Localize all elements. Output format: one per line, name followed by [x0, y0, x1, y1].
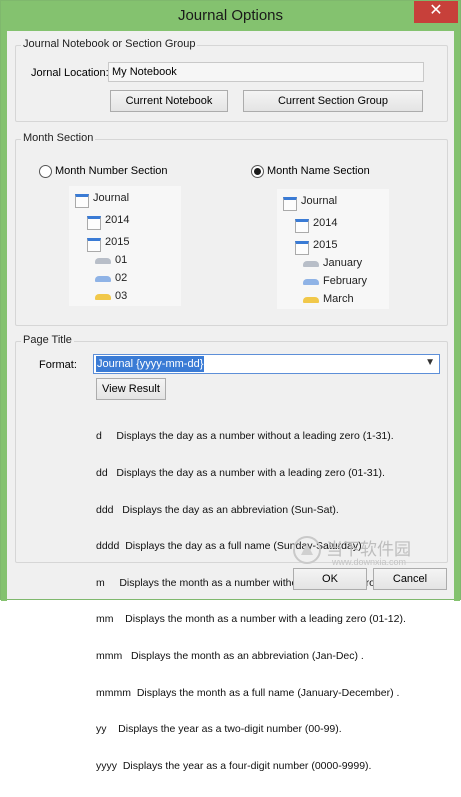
month-name-label[interactable]: Month Name Section — [267, 165, 370, 177]
page-title-legend: Page Title — [21, 334, 74, 346]
section-icon — [303, 279, 319, 285]
desc-line: d Displays the day as a number without a… — [96, 430, 394, 443]
journal-location-input[interactable]: My Notebook — [108, 62, 424, 82]
tree-node-february: February — [323, 275, 368, 287]
section-icon — [303, 261, 319, 267]
journal-location-label: Jornal Location: — [31, 67, 109, 79]
current-notebook-button[interactable]: Current Notebook — [110, 90, 228, 112]
ok-button[interactable]: OK — [293, 568, 367, 590]
desc-line: yy Displays the year as a two-digit numb… — [96, 723, 342, 736]
cancel-button[interactable]: Cancel — [373, 568, 447, 590]
tree-node-02: 02 — [115, 272, 128, 284]
section-icon — [95, 276, 111, 282]
month-name-radio[interactable] — [251, 165, 264, 178]
desc-line: ddd Displays the day as an abbreviation … — [96, 503, 339, 516]
notebook-group-legend: Journal Notebook or Section Group — [21, 38, 198, 50]
section-group-icon — [295, 219, 309, 233]
section-icon — [95, 294, 111, 300]
view-result-button[interactable]: View Result — [96, 378, 166, 400]
section-group-icon — [295, 241, 309, 255]
journal-options-dialog: Journal Options ✕ Journal Notebook or Se… — [0, 0, 461, 772]
desc-line: mmm Displays the month as an abbreviatio… — [96, 650, 364, 663]
watermark: 当下软件园 www.downxia.com — [292, 536, 434, 567]
desc-line: yyyy Displays the year as a four-digit n… — [96, 759, 372, 772]
month-section-legend: Month Section — [21, 132, 96, 144]
section-group-icon — [87, 238, 101, 252]
watermark-logo-icon — [293, 536, 321, 564]
notebook-icon — [283, 197, 297, 211]
tree-node-journal: Journal — [93, 192, 130, 204]
tree-node-01: 01 — [115, 254, 128, 266]
tree-node-2014: 2014 — [313, 217, 338, 229]
dialog-title: Journal Options — [177, 7, 284, 24]
format-label: Format: — [39, 359, 77, 371]
tree-node-2014: 2014 — [105, 214, 130, 226]
month-name-preview: Journal 2014 2015 January February March — [277, 189, 389, 309]
format-select[interactable]: Journal {yyyy-mm-dd} ▼ — [93, 354, 440, 374]
title-bar: Journal Options ✕ — [1, 1, 460, 31]
left-border — [1, 31, 7, 601]
close-button[interactable]: ✕ — [414, 1, 458, 23]
tree-node-03: 03 — [115, 290, 128, 302]
format-value: Journal {yyyy-mm-dd} — [96, 356, 205, 372]
desc-line: dd Displays the day as a number with a l… — [96, 467, 385, 480]
radio-selected-dot — [254, 168, 261, 175]
notebook-icon — [75, 194, 89, 208]
format-description: d Displays the day as a number without a… — [96, 406, 409, 797]
month-number-label[interactable]: Month Number Section — [55, 165, 168, 177]
month-number-radio[interactable] — [39, 165, 52, 178]
tree-node-2015: 2015 — [105, 236, 130, 248]
section-icon — [303, 297, 319, 303]
current-section-group-button[interactable]: Current Section Group — [243, 90, 423, 112]
section-group-icon — [87, 216, 101, 230]
chevron-down-icon[interactable]: ▼ — [425, 357, 435, 368]
right-border — [454, 31, 460, 601]
desc-line: mm Displays the month as a number with a… — [96, 613, 406, 626]
tree-node-january: January — [323, 257, 363, 269]
month-number-preview: Journal 2014 2015 01 02 03 — [69, 186, 181, 306]
desc-line: mmmm Displays the month as a full name (… — [96, 686, 400, 699]
section-icon — [95, 258, 111, 264]
watermark-url: www.downxia.com — [332, 557, 407, 567]
tree-node-journal: Journal — [301, 195, 338, 207]
tree-node-2015: 2015 — [313, 239, 338, 251]
tree-node-march: March — [323, 293, 354, 305]
